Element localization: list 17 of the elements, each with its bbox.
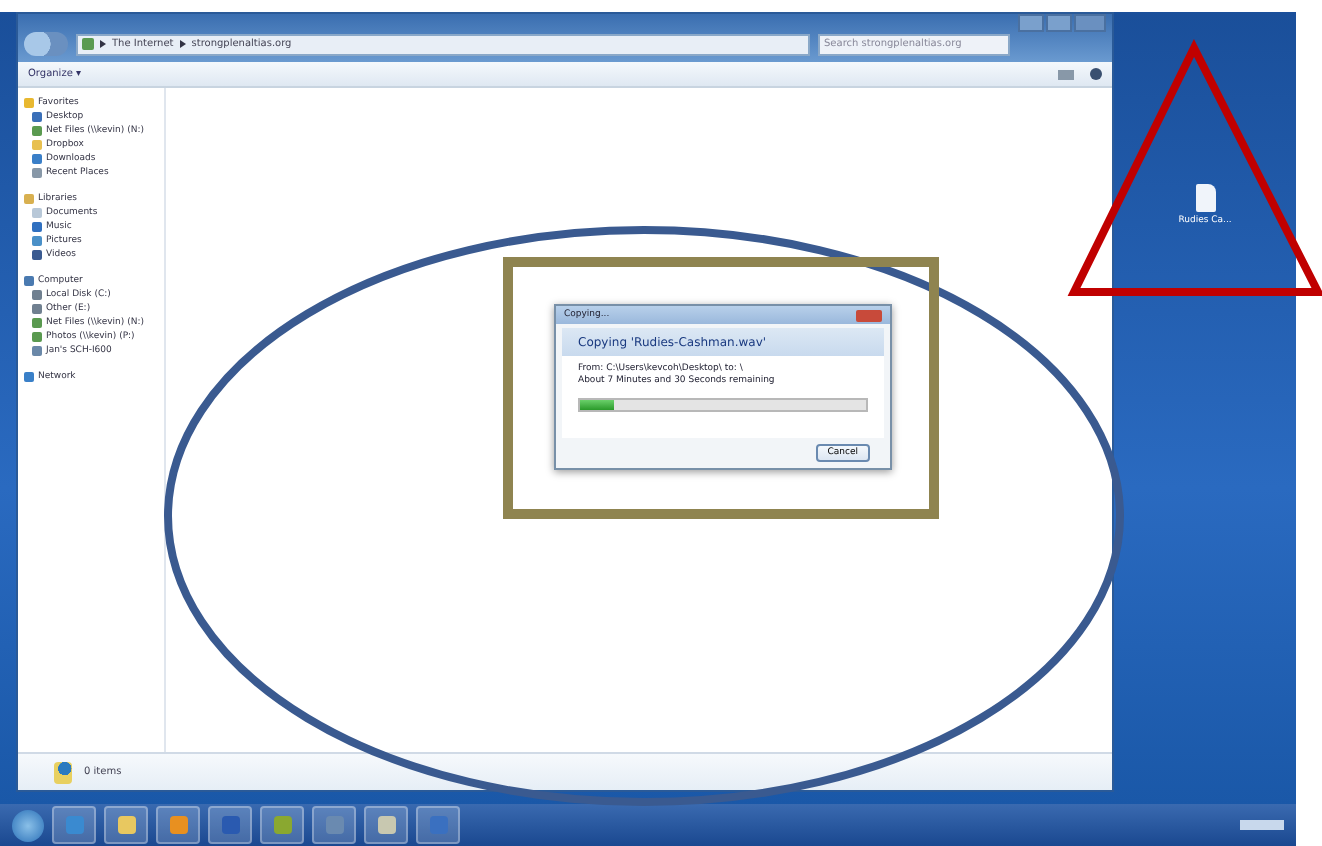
chevron-icon[interactable] (100, 40, 106, 48)
minimize-button[interactable] (1018, 14, 1044, 32)
maximize-button[interactable] (1046, 14, 1072, 32)
close-button[interactable] (856, 309, 882, 321)
back-forward-buttons[interactable] (24, 32, 68, 56)
taskbar-app-icon[interactable] (312, 806, 356, 844)
taskbar-app-icon[interactable] (416, 806, 460, 844)
file-icon[interactable] (1195, 184, 1215, 212)
taskbar-app-icon[interactable] (52, 806, 96, 844)
taskbar-app-icon[interactable] (260, 806, 304, 844)
chevron-icon[interactable] (179, 40, 186, 48)
taskbar-app-icon[interactable] (208, 806, 252, 844)
close-button[interactable] (1074, 14, 1106, 32)
taskbar-app-icon[interactable] (364, 806, 408, 844)
taskbar-app-icon[interactable] (156, 806, 200, 844)
taskbar-app-icon[interactable] (104, 806, 148, 844)
start-button[interactable] (12, 809, 44, 841)
